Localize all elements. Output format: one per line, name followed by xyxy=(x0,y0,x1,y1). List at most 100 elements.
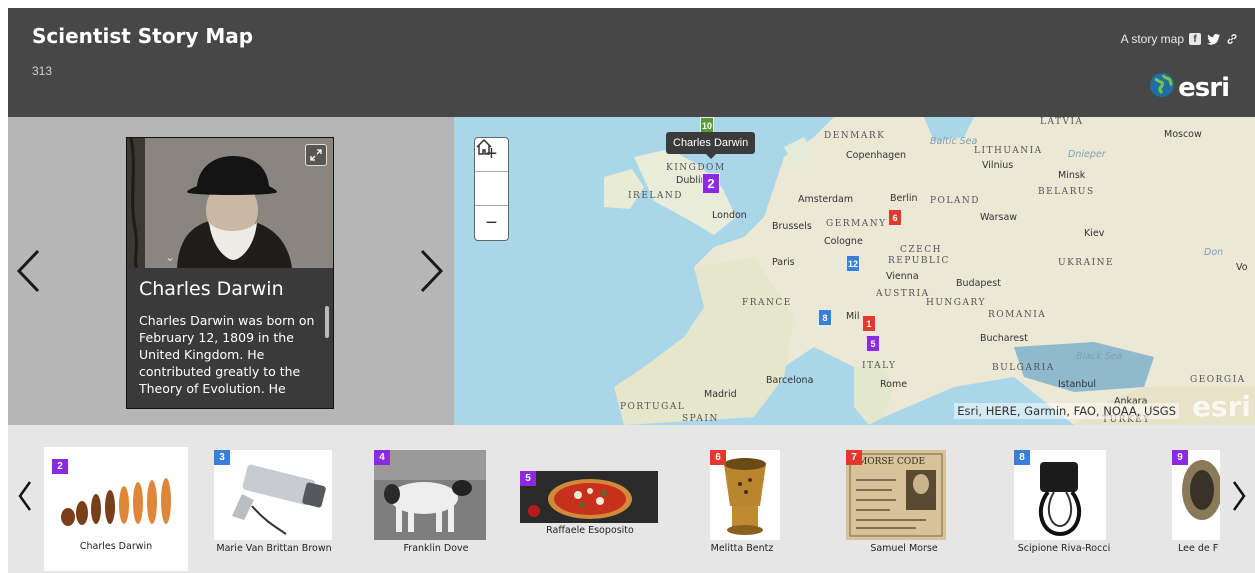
share-label[interactable]: A story map xyxy=(1121,32,1184,46)
map-tooltip: Charles Darwin xyxy=(666,132,756,159)
security-camera-image xyxy=(214,450,332,542)
esri-wordmark: esri xyxy=(1178,72,1230,103)
map-label-moscow: Moscow xyxy=(1164,129,1202,140)
map-label-minsk: Minsk xyxy=(1058,170,1086,181)
carousel-item[interactable]: 9 Lee de F xyxy=(1160,447,1224,571)
darwin-portrait xyxy=(127,138,333,269)
map-label-austria: AUSTRIA xyxy=(876,289,930,299)
map-label-germany: GERMANY xyxy=(826,219,887,229)
carousel-label: Marie Van Brittan Brown xyxy=(216,543,332,554)
header-bar: Scientist Story Map 313 A story map f es… xyxy=(8,8,1255,117)
carousel-item[interactable]: MORSE CODE 7 Samuel Morse xyxy=(834,447,978,571)
map-label-vilnius: Vilnius xyxy=(982,160,1014,171)
prev-arrow-icon xyxy=(18,481,32,511)
home-button[interactable] xyxy=(475,138,508,206)
map-label-bulgaria: BULGARIA xyxy=(992,363,1055,373)
map-label-istanbul: Istanbul xyxy=(1058,379,1097,390)
map-label-latvia: LATVIA xyxy=(1040,117,1084,127)
map-label-czech: CZECH xyxy=(900,245,942,255)
map-pin[interactable]: 6 xyxy=(888,209,902,226)
carousel-label: Samuel Morse xyxy=(870,543,938,554)
carousel-label: Raffaele Esoposito xyxy=(546,525,634,536)
map-label-cologne: Cologne xyxy=(824,236,863,247)
evolution-image xyxy=(58,451,174,543)
story-text: Charles Darwin Charles Darwin was born o… xyxy=(127,268,333,408)
map-label-poland: POLAND xyxy=(930,196,981,206)
link-icon[interactable] xyxy=(1225,32,1239,46)
morse-caption: MORSE CODE xyxy=(858,457,925,467)
map-label-lithuania: LITHUANIA xyxy=(974,146,1043,156)
map-attribution[interactable]: Esri, HERE, Garmin, FAO, NOAA, USGS xyxy=(954,403,1179,419)
next-arrow-icon xyxy=(420,249,444,293)
page-title: Scientist Story Map xyxy=(32,24,254,48)
map-label-spain: SPAIN xyxy=(682,414,719,424)
esri-logo[interactable]: esri xyxy=(1149,72,1230,103)
map-pin[interactable]: 12 xyxy=(846,255,860,272)
next-story-button[interactable] xyxy=(420,249,444,301)
pizza-image xyxy=(520,471,658,523)
map-label-france: FRANCE xyxy=(742,298,792,308)
carousel-label: Melitta Bentz xyxy=(710,543,774,554)
twitter-icon[interactable] xyxy=(1206,32,1220,46)
map-label-ireland: IRELAND xyxy=(628,191,683,201)
map-label-denmark: DENMARK xyxy=(824,131,886,141)
story-carousel: 2 Charles Darwin 3 Marie Van Brittan Bro… xyxy=(8,425,1255,573)
carousel-number: 7 xyxy=(846,450,862,465)
map-label-volga: Vo xyxy=(1236,262,1248,273)
map-label-barcelona: Barcelona xyxy=(766,375,814,386)
carousel-item[interactable]: 2 Charles Darwin xyxy=(44,447,188,571)
map-label-brussels: Brussels xyxy=(772,221,812,232)
map-label-vienna: Vienna xyxy=(886,271,919,282)
carousel-item[interactable]: 3 Marie Van Brittan Brown xyxy=(202,447,346,571)
carousel-number: 4 xyxy=(374,450,390,465)
next-arrow-icon xyxy=(1232,481,1246,511)
story-panel: ⌄ Charles Darwin Charles Darwin was born… xyxy=(8,117,454,425)
zoom-out-button[interactable]: − xyxy=(475,206,508,240)
carousel-number: 5 xyxy=(520,471,536,486)
expand-button[interactable] xyxy=(305,144,327,166)
map-label-copenhagen: Copenhagen xyxy=(846,150,907,161)
story-card: ⌄ Charles Darwin Charles Darwin was born… xyxy=(126,137,334,409)
chevron-down-icon[interactable]: ⌄ xyxy=(165,250,175,264)
carousel-item[interactable]: 8 Scipione Riva-Rocci xyxy=(1002,447,1146,571)
carousel-item[interactable]: 4 Franklin Dove xyxy=(364,447,508,571)
carousel-label: Scipione Riva-Rocci xyxy=(1017,543,1111,554)
cow-image xyxy=(374,450,486,540)
map-pin[interactable]: 8 xyxy=(818,309,832,326)
carousel-prev-button[interactable] xyxy=(18,480,32,520)
map-label-budapest: Budapest xyxy=(956,278,1001,289)
story-scrollbar[interactable] xyxy=(325,306,329,338)
map-pin[interactable]: 2 xyxy=(702,173,720,194)
map-label-dnieper: Dnieper xyxy=(1068,149,1106,160)
carousel-item[interactable]: 6 Melitta Bentz xyxy=(698,447,842,571)
esri-watermark[interactable]: esri xyxy=(1192,390,1251,423)
carousel-number: 8 xyxy=(1014,450,1030,465)
map-view[interactable]: LATVIA DENMARK Copenhagen Baltic Sea LIT… xyxy=(454,117,1255,425)
facebook-icon[interactable]: f xyxy=(1189,33,1201,45)
carousel-number: 9 xyxy=(1172,450,1188,465)
map-pin[interactable]: 1 xyxy=(862,315,876,332)
carousel-next-button[interactable] xyxy=(1232,480,1246,520)
map-label-ukraine: UKRAINE xyxy=(1058,258,1115,268)
map-label-amsterdam: Amsterdam xyxy=(798,194,854,205)
carousel-item[interactable]: 5 Raffaele Esoposito xyxy=(510,447,670,571)
map-label-don: Don xyxy=(1204,247,1224,258)
prev-story-button[interactable] xyxy=(16,249,40,301)
map-label-republic: REPUBLIC xyxy=(888,256,950,266)
carousel-label: Charles Darwin xyxy=(79,541,153,552)
carousel-number: 3 xyxy=(214,450,230,465)
map-label-milan: Mil xyxy=(846,311,860,322)
map-label-belarus: BELARUS xyxy=(1038,187,1095,197)
expand-icon xyxy=(310,149,322,161)
map-label-london: London xyxy=(712,210,747,221)
map-label-italy: ITALY xyxy=(862,361,897,371)
map-label-bucharest: Bucharest xyxy=(980,333,1028,344)
map-pin[interactable]: 5 xyxy=(866,335,880,352)
map-label-hungary: HUNGARY xyxy=(926,298,986,308)
carousel-number: 2 xyxy=(52,459,68,474)
page-subtitle: 313 xyxy=(32,64,53,78)
map-label-romania: ROMANIA xyxy=(988,310,1047,320)
zoom-control: + − xyxy=(474,137,509,241)
home-icon xyxy=(476,138,492,155)
map-label-warsaw: Warsaw xyxy=(980,212,1018,223)
